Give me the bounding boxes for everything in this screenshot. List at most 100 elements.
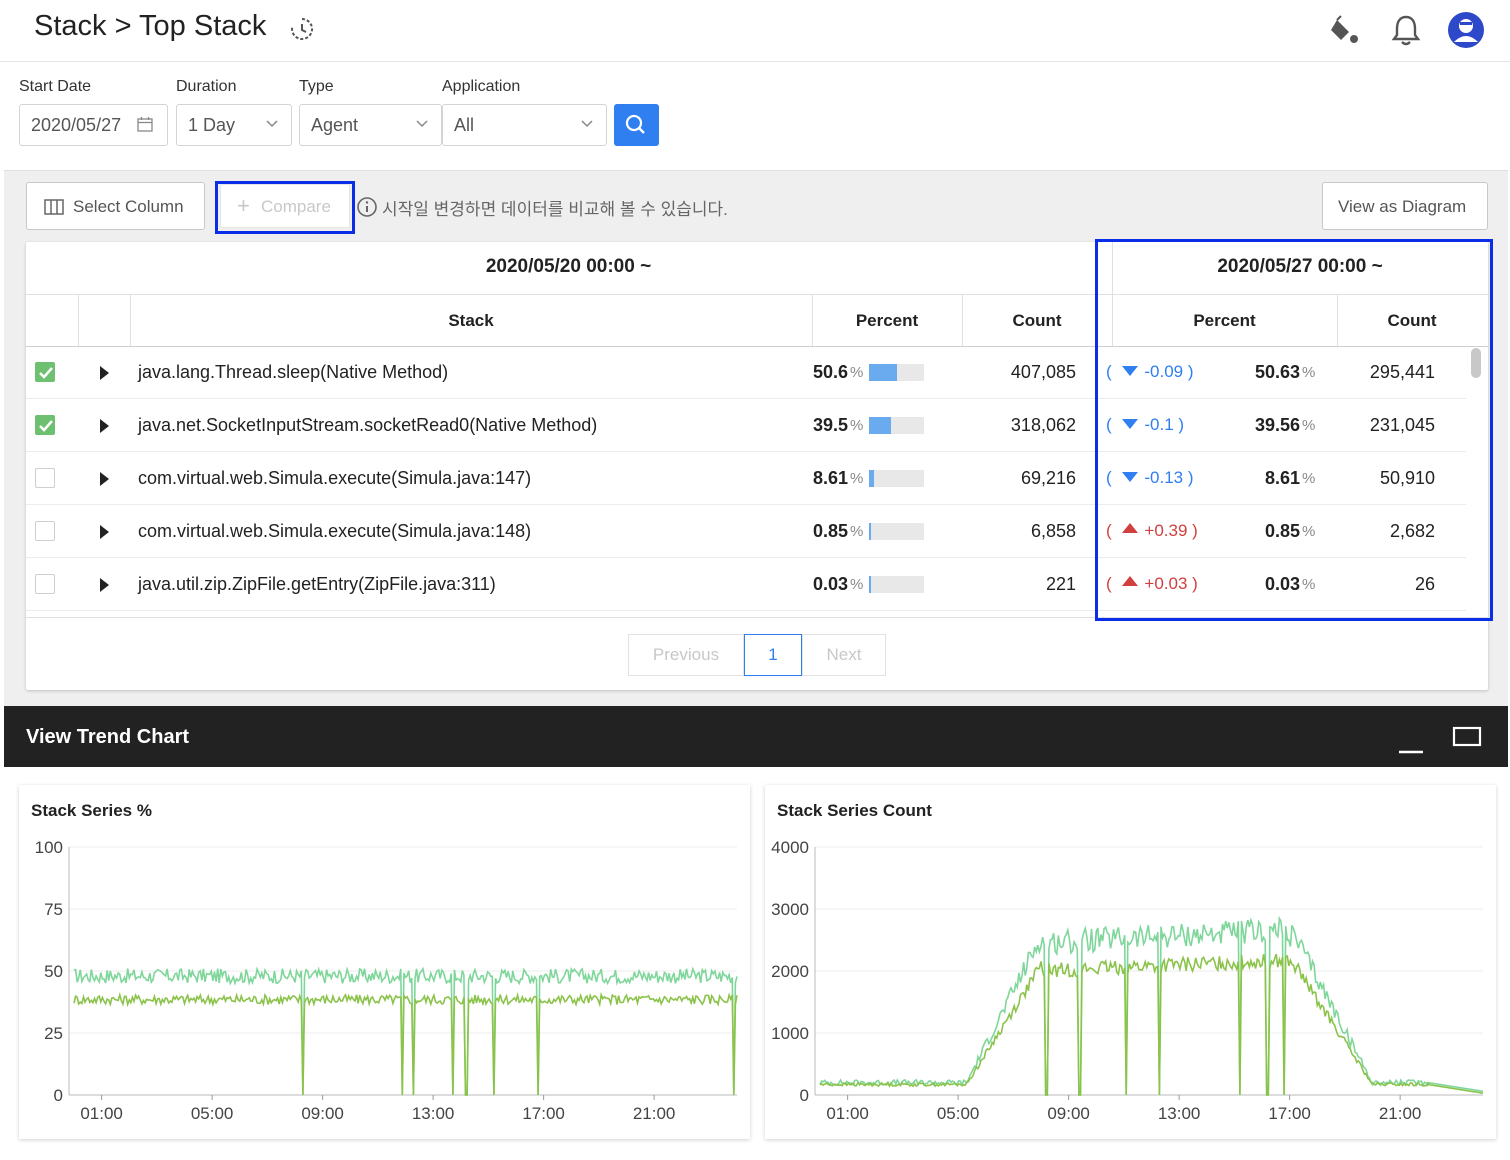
count-chart-svg: 0 1000 2000 3000 4000 01:00 05:00 09:00 13:00 17:… — [771, 838, 1484, 1123]
count-value: 69,216 — [1020, 468, 1076, 488]
compare-columns-highlight — [1095, 239, 1493, 621]
stack-series-percent-chart: Stack Series % 0 25 50 75 100 01:00 05:00 09:00… — [19, 785, 750, 1139]
type-select[interactable]: Agent — [299, 104, 442, 146]
checkmark-icon — [39, 367, 53, 379]
stack-name: com.virtual.web.Simula.execute(Simula.ja… — [138, 468, 532, 488]
duration-select[interactable]: 1 Day — [176, 104, 292, 146]
application-select[interactable]: All — [442, 104, 607, 146]
row-checkbox[interactable] — [35, 362, 55, 382]
row-checkbox[interactable] — [35, 468, 55, 488]
percent-bar — [869, 364, 924, 381]
x-tick-label: 09:00 — [301, 1104, 344, 1123]
columns-icon — [44, 199, 64, 215]
start-date-field[interactable]: 2020/05/27 — [19, 104, 168, 146]
compare-button[interactable]: + Compare — [220, 184, 350, 228]
stack-name: com.virtual.web.Simula.execute(Simula.ja… — [138, 521, 532, 541]
col-sep — [78, 294, 79, 346]
expand-arrow-icon[interactable] — [100, 419, 109, 433]
application-value: All — [454, 115, 475, 135]
duration-value: 1 Day — [188, 115, 236, 135]
percent-value: 39.5 — [812, 415, 848, 435]
stack-column-header[interactable]: Stack — [130, 311, 812, 331]
page-1-button[interactable]: 1 — [744, 634, 802, 676]
start-date-value: 2020/05/27 — [31, 115, 122, 135]
application-label: Application — [442, 78, 521, 95]
top-stack-panel: Select Column + Compare 시작일 변경하면 데이터를 비교… — [4, 170, 1508, 706]
series-line — [73, 966, 738, 1096]
info-icon — [357, 197, 377, 217]
percent-value: 0.85 — [812, 521, 848, 541]
view-as-diagram-button[interactable]: View as Diagram — [1322, 182, 1488, 230]
view-as-diagram-label: View as Diagram — [1338, 197, 1467, 216]
x-tick-label: 17:00 — [522, 1104, 565, 1123]
expand-arrow-icon[interactable] — [100, 366, 109, 380]
select-column-label: Select Column — [73, 197, 184, 216]
compare-hint-text: 시작일 변경하면 데이터를 비교해 볼 수 있습니다. — [382, 200, 728, 219]
count-column-header[interactable]: Count — [962, 311, 1112, 331]
user-avatar-icon[interactable] — [1446, 10, 1486, 50]
search-icon — [625, 114, 645, 134]
row-checkbox[interactable] — [35, 521, 55, 541]
y-tick-label: 75 — [44, 900, 63, 919]
page-title: Stack > Top Stack — [34, 10, 267, 42]
bell-icon[interactable] — [1386, 10, 1426, 50]
x-tick-label: 21:00 — [1379, 1104, 1422, 1123]
count-value: 318,062 — [1010, 415, 1076, 435]
trend-chart-bar: View Trend Chart — [4, 706, 1508, 767]
search-button[interactable] — [614, 104, 659, 146]
row-checkbox[interactable] — [35, 574, 55, 594]
y-tick-label: 3000 — [771, 900, 809, 919]
percent-value: 0.03 — [812, 574, 848, 594]
row-checkbox[interactable] — [35, 415, 55, 435]
chevron-down-icon — [581, 120, 593, 128]
previous-page-button[interactable]: Previous — [628, 634, 744, 676]
y-tick-label: 0 — [800, 1086, 809, 1105]
duration-label: Duration — [176, 78, 237, 95]
stack-series-count-chart: Stack Series Count 0 1000 2000 3000 4000 01:0… — [765, 785, 1496, 1139]
x-tick-label: 01:00 — [80, 1104, 123, 1123]
minimize-icon[interactable] — [1397, 728, 1425, 756]
checkmark-icon — [39, 420, 53, 432]
stack-name: java.net.SocketInputStream.socketRead0(N… — [138, 415, 598, 435]
y-tick-label: 100 — [35, 838, 63, 857]
x-tick-label: 05:00 — [937, 1104, 980, 1123]
percent-bar-fill — [869, 576, 871, 593]
maximize-icon[interactable] — [1452, 726, 1482, 748]
x-tick-label: 01:00 — [826, 1104, 869, 1123]
percent-unit: % — [850, 364, 864, 381]
next-page-button[interactable]: Next — [802, 634, 886, 676]
y-tick-label: 1000 — [771, 1024, 809, 1043]
select-column-button[interactable]: Select Column — [26, 182, 205, 230]
percent-bar-fill — [869, 470, 874, 487]
count-value: 407,085 — [1010, 362, 1076, 382]
percent-unit: % — [850, 470, 864, 487]
percent-bar-fill — [869, 523, 871, 540]
type-value: Agent — [311, 115, 359, 135]
x-tick-label: 17:00 — [1268, 1104, 1311, 1123]
type-label: Type — [299, 78, 334, 95]
y-tick-label: 25 — [44, 1024, 63, 1043]
history-icon[interactable] — [288, 15, 316, 43]
percent-chart-svg: 0 25 50 75 100 01:00 05:00 09:00 13:00 17:00 21:00 — [35, 838, 738, 1123]
percent-bar — [869, 470, 924, 487]
filter-bar: Start Date 2020/05/27 Duration 1 Day Typ… — [0, 62, 1510, 170]
series-line — [819, 915, 1484, 1096]
app-header: Stack > Top Stack — [0, 0, 1510, 62]
x-tick-label: 13:00 — [1158, 1104, 1201, 1123]
expand-arrow-icon[interactable] — [100, 578, 109, 592]
percent-value: 8.61 — [812, 468, 848, 488]
paint-bucket-icon[interactable] — [1325, 10, 1365, 50]
col-sep — [812, 294, 813, 346]
percent-value: 50.6 — [812, 362, 848, 382]
percent-bar-fill — [869, 364, 897, 381]
percent-column-header[interactable]: Percent — [812, 311, 962, 331]
percent-bar — [869, 417, 924, 434]
col-sep — [962, 294, 963, 346]
expand-arrow-icon[interactable] — [100, 525, 109, 539]
expand-arrow-icon[interactable] — [100, 472, 109, 486]
percent-unit: % — [850, 523, 864, 540]
compare-label: Compare — [261, 197, 331, 216]
y-tick-label: 4000 — [771, 838, 809, 857]
x-tick-label: 05:00 — [191, 1104, 234, 1123]
percent-unit: % — [850, 417, 864, 434]
